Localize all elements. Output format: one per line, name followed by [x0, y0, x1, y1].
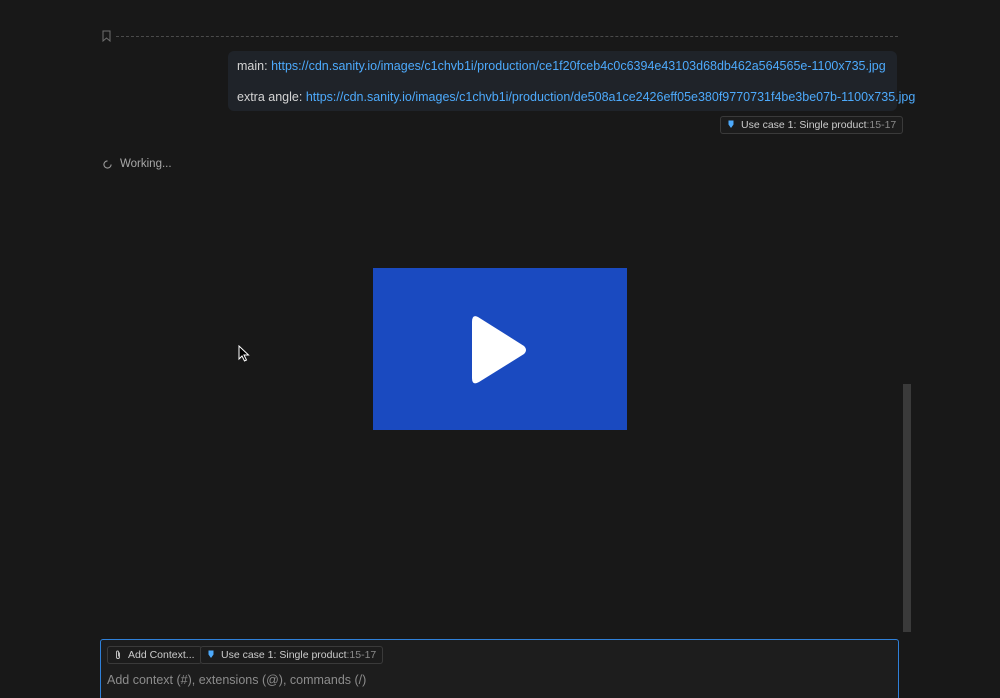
divider-line	[116, 36, 898, 37]
chip-label: Use case 1: Single product	[741, 119, 867, 131]
working-status: Working...	[103, 157, 172, 171]
add-context-button[interactable]: Add Context...	[107, 646, 202, 664]
chat-input[interactable]	[107, 671, 887, 689]
pin-icon	[208, 650, 214, 658]
video-player[interactable]	[373, 268, 627, 430]
chat-view: main: https://cdn.sanity.io/images/c1chv…	[0, 0, 1000, 698]
message-line-extra-angle: extra angle: https://cdn.sanity.io/image…	[237, 90, 915, 105]
spinner-icon	[103, 159, 112, 169]
message-line-main: main: https://cdn.sanity.io/images/c1chv…	[237, 59, 886, 74]
working-status-text: Working...	[120, 158, 172, 170]
input-context-chip[interactable]: Use case 1: Single product:15-17	[200, 646, 384, 664]
play-icon[interactable]	[472, 314, 528, 386]
chat-input-panel: Add Context... Use case 1: Single produc…	[100, 639, 899, 698]
pin-icon	[728, 120, 734, 128]
chip-label: Use case 1: Single product	[221, 649, 347, 661]
extra-angle-image-link[interactable]: https://cdn.sanity.io/images/c1chvb1i/pr…	[306, 90, 916, 104]
chip-line-range: :15-17	[866, 119, 897, 131]
add-context-label: Add Context...	[128, 649, 195, 661]
user-message: main: https://cdn.sanity.io/images/c1chv…	[228, 51, 915, 111]
message-context-chip[interactable]: Use case 1: Single product:15-17	[720, 116, 904, 134]
chip-line-range: :15-17	[346, 649, 377, 661]
bookmark-icon[interactable]	[102, 30, 111, 42]
message-label-extra-angle: extra angle:	[237, 90, 303, 104]
scrollbar[interactable]	[903, 384, 911, 632]
main-image-link[interactable]: https://cdn.sanity.io/images/c1chvb1i/pr…	[271, 59, 886, 73]
paperclip-icon	[116, 650, 120, 659]
turn-divider	[100, 30, 898, 44]
message-label-main: main:	[237, 59, 268, 73]
mouse-cursor-icon	[238, 345, 250, 362]
